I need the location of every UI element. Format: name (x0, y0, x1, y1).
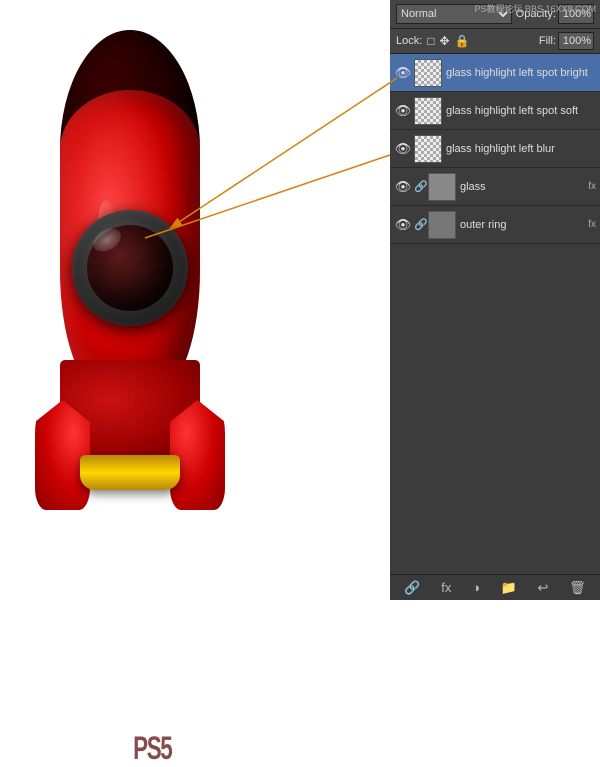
new-layer-button[interactable]: ↩ (535, 580, 552, 596)
visibility-icon-1[interactable]: 👁 (394, 65, 412, 81)
visibility-icon-3[interactable]: 👁 (394, 141, 412, 157)
layer-row-glass[interactable]: 👁 🔗 glass fx (390, 168, 600, 206)
rocket-letters: PS5 (133, 730, 171, 767)
layer-row-outer-ring[interactable]: 👁 🔗 outer ring fx (390, 206, 600, 244)
opacity-row: Opacity: (516, 4, 594, 24)
layer-thumb-1 (414, 59, 442, 87)
visibility-icon-2[interactable]: 👁 (394, 103, 412, 119)
layer-row-glass-highlight-blur[interactable]: 👁 glass highlight left blur (390, 130, 600, 168)
layer-name-3: glass highlight left blur (446, 143, 596, 155)
lock-pixels-icon[interactable]: □ (427, 34, 434, 48)
rocket-canvas: PS5 (0, 0, 310, 600)
chain-icon-4[interactable]: 🔗 (414, 180, 428, 193)
chain-icon-5[interactable]: 🔗 (414, 218, 428, 231)
blend-opacity-row: Normal Opacity: (390, 0, 600, 29)
layer-name-4: glass (460, 181, 586, 193)
lock-label: Lock: (396, 35, 422, 47)
lock-fill-row: Lock: □ ✥ 🔒 Fill: (390, 29, 600, 54)
layer-thumb-5 (428, 211, 456, 239)
visibility-icon-5[interactable]: 👁 (394, 217, 412, 233)
fx-badge-5: fx (588, 219, 596, 230)
lock-all-icon[interactable]: 🔒 (455, 34, 470, 48)
opacity-label: Opacity: (516, 8, 556, 20)
layer-row-glass-highlight-spot-soft[interactable]: 👁 glass highlight left spot soft (390, 92, 600, 130)
layer-thumb-2 (414, 97, 442, 125)
add-mask-button[interactable]: ◑ (469, 580, 483, 595)
opacity-input[interactable] (558, 4, 594, 24)
layer-name-1: glass highlight left spot bright (446, 67, 596, 79)
panel-bottom-toolbar: 🔗 fx ◑ 📁 ↩ 🗑 (390, 574, 600, 600)
new-group-button[interactable]: 📁 (498, 580, 520, 596)
add-style-button[interactable]: fx (438, 580, 454, 595)
layer-row-glass-highlight-spot-bright[interactable]: 👁 glass highlight left spot bright (390, 54, 600, 92)
layer-name-2: glass highlight left spot soft (446, 105, 596, 117)
rocket-fin-right (170, 400, 225, 510)
blend-mode-select[interactable]: Normal (396, 4, 512, 24)
link-layers-button[interactable]: 🔗 (401, 580, 423, 596)
layer-name-5: outer ring (460, 219, 586, 231)
fill-input[interactable] (558, 32, 594, 50)
layer-thumb-4 (428, 173, 456, 201)
delete-layer-button[interactable]: 🗑 (566, 580, 589, 596)
layer-thumb-3 (414, 135, 442, 163)
lock-move-icon[interactable]: ✥ (440, 34, 450, 48)
fill-label: Fill: (539, 35, 556, 47)
fill-row: Fill: (539, 32, 594, 50)
rocket-nozzle (80, 455, 180, 490)
rocket-illustration: PS5 (30, 10, 230, 580)
visibility-icon-4[interactable]: 👁 (394, 179, 412, 195)
layers-panel: PS教程论坛 BBS.16XX8.COM Normal Opacity: Loc… (390, 0, 600, 600)
fx-badge-4: fx (588, 181, 596, 192)
